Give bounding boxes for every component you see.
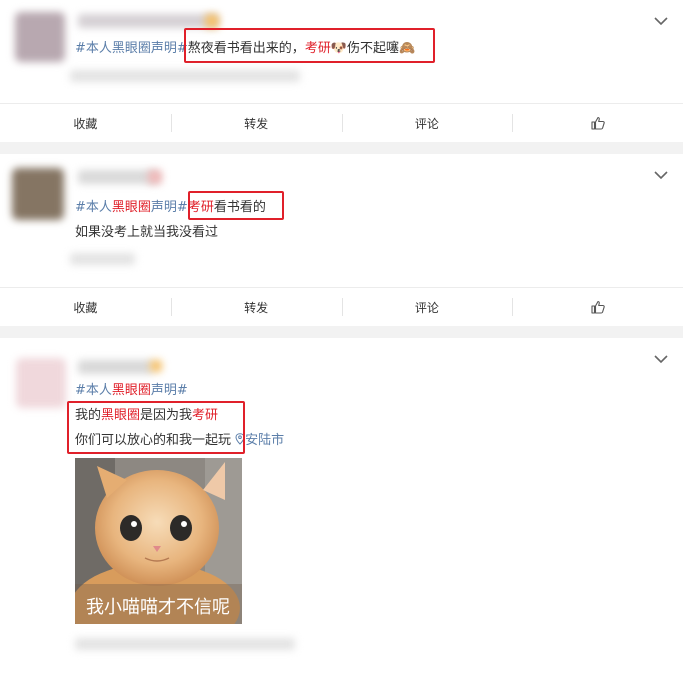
like-button[interactable]	[512, 104, 683, 142]
annotation-box	[188, 191, 284, 220]
post-text-line-2: 如果没考上就当我没看过	[75, 225, 219, 240]
post-card-2: #本人黑眼圈声明#考研看书看的 如果没考上就当我没看过 收藏 转发 评论	[0, 154, 683, 326]
avatar[interactable]	[15, 12, 65, 62]
image-caption: 我小喵喵才不信呢	[86, 597, 230, 618]
meta-blurred	[75, 638, 295, 650]
cat-picture: 我小喵喵才不信呢	[75, 458, 242, 624]
comment-button[interactable]: 评论	[341, 104, 513, 142]
like-button[interactable]	[512, 288, 683, 326]
topic-line: #本人黑眼圈声明#	[75, 382, 188, 400]
annotation-box	[67, 401, 245, 454]
forward-button[interactable]: 转发	[170, 288, 342, 326]
comment-button[interactable]: 评论	[341, 288, 513, 326]
collect-button[interactable]: 收藏	[0, 104, 171, 142]
chevron-down-icon[interactable]	[652, 168, 670, 182]
thumbs-up-icon	[591, 116, 605, 130]
annotation-box	[184, 28, 435, 63]
avatar[interactable]	[16, 358, 66, 408]
badge-blurred	[205, 14, 219, 28]
badge-blurred	[150, 360, 162, 372]
thumbs-up-icon	[591, 300, 605, 314]
topic-link[interactable]: #本人黑眼圈声明#	[75, 200, 188, 215]
avatar[interactable]	[12, 168, 64, 220]
chevron-down-icon[interactable]	[652, 352, 670, 366]
post-card-3: #本人黑眼圈声明# 我的黑眼圈是因为我考研 你们可以放心的和我一起玩 安陆市 我…	[0, 338, 683, 677]
forward-button[interactable]: 转发	[170, 104, 342, 142]
post-card-1: #本人黑眼圈声明#熬夜看书看出来的，考研🐶伤不起噻🙈 收藏 转发 评论	[0, 0, 683, 142]
topic-link[interactable]: #本人黑眼圈声明#	[75, 41, 188, 56]
username-blurred[interactable]	[78, 14, 218, 28]
username-blurred[interactable]	[78, 170, 158, 184]
collect-button[interactable]: 收藏	[0, 288, 171, 326]
topic-link[interactable]: #本人黑眼圈声明#	[75, 383, 188, 398]
action-bar: 收藏 转发 评论	[0, 103, 683, 142]
action-bar: 收藏 转发 评论	[0, 287, 683, 326]
post-image[interactable]: 我小喵喵才不信呢	[75, 458, 242, 624]
meta-blurred	[70, 70, 300, 82]
chevron-down-icon[interactable]	[652, 14, 670, 28]
username-blurred[interactable]	[78, 360, 153, 374]
meta-blurred	[70, 253, 135, 265]
badge-blurred	[148, 170, 162, 184]
